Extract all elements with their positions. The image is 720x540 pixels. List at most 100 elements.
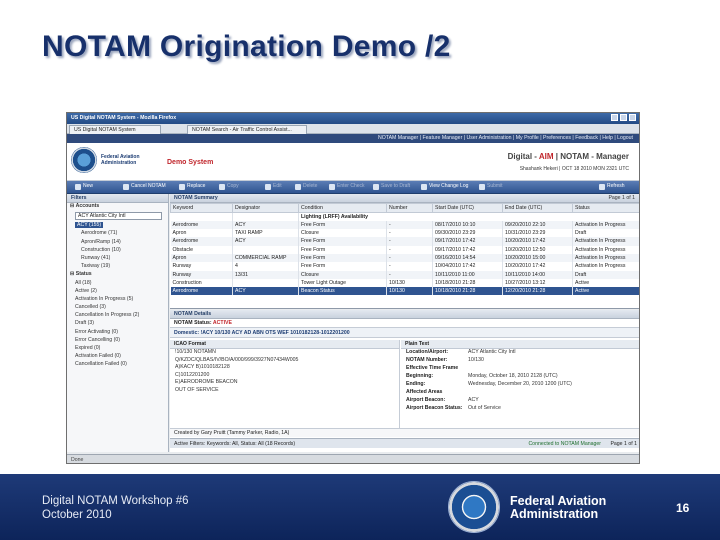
filter-tree-item[interactable]: Construction (10) [67,247,168,255]
status-filter-item[interactable]: Cancellation Failed (0) [67,361,168,369]
agency-name: Federal Aviation Administration [101,154,140,166]
user-datetime: Shashank Hekeri | OCT 18 2010 MON 2321 U… [519,166,629,172]
status-filter-item[interactable]: Activation Failed (0) [67,353,168,361]
column-header[interactable]: End Date (UTC) [502,203,573,213]
filter-tree-item[interactable]: Runway (41) [67,255,168,263]
window-titlebar: US Digital NOTAM System - Mozilla Firefo… [67,113,639,124]
column-header[interactable]: Status [572,203,639,213]
brand-aim: AIM [538,152,554,161]
status-filter-item[interactable]: Activation In Progress (5) [67,296,168,304]
table-row[interactable]: Apron COMMERCIAL RAMP Free Form -09/16/2010… [170,253,639,263]
column-header[interactable]: Designator [232,203,299,213]
status-filter-item[interactable]: Error Activating (0) [67,329,168,337]
group-label: Lighting (LRFF) Availability [298,212,639,221]
notam-summary-table: Keyword Designator Condition Number Star… [170,203,639,296]
filters-header: Filters [67,194,168,203]
status-filter-item[interactable]: Error Cancelling (0) [67,337,168,345]
cancel-notam-button[interactable]: Cancel NOTAM [123,183,166,192]
table-row[interactable]: Aerodrome ACY Free Form -08/17/2010 10:10 09… [170,220,639,230]
save-to-draft-button[interactable]: Save to Draft [373,183,410,192]
footer-agency: Federal Aviation Administration [510,495,606,521]
created-by-line: Created by Gary Pruitt (Tammy Parker, Ra… [170,428,639,437]
application-screenshot: US Digital NOTAM System - Mozilla Firefo… [66,112,640,464]
table-row[interactable]: Runway 13/31 Closure -10/11/2010 11:00 10/11… [170,270,639,279]
plain-field: NOTAM Number: 10/130 [406,357,484,363]
icao-line: C)1012201200 [175,371,210,378]
filters-panel: Filters ⊟ Accounts ACY Atlantic City Int… [67,194,169,452]
faa-logo-icon [448,481,500,533]
filter-group-status[interactable]: ⊟ Status [67,271,168,279]
plain-field: Airport Beacon Status: Out of Service [406,405,501,411]
view-change-log-button[interactable]: View Change Log [421,183,468,192]
slide-footer: Digital NOTAM Workshop #6 October 2010 F… [0,474,720,540]
window-controls[interactable] [611,114,636,121]
filter-group-accounts[interactable]: ⊟ Accounts [67,203,168,211]
filter-tree-item[interactable]: Apron/Ramp (14) [67,239,168,247]
filter-tree-item[interactable]: ACY (155) [67,222,168,230]
footer-event: Digital NOTAM Workshop #6 [42,495,189,507]
browser-tab-dnotam[interactable]: US Digital NOTAM System [69,125,161,134]
plain-field: Location/Airport: ACY Atlantic City Intl [406,349,516,355]
brand-prefix: Digital - [507,152,539,161]
footer-event-block: Digital NOTAM Workshop #6 October 2010 [42,494,189,522]
summary-pager[interactable]: Page 1 of 1 [608,195,635,201]
plain-text-header: Plain Text [401,340,639,349]
table-row[interactable]: Apron TAXI RAMP Closure -09/30/2010 23:29 10… [170,229,639,238]
demo-system-label: Demo System [167,159,214,166]
top-navigation[interactable]: NOTAM Manager | Feature Manager | User A… [67,134,639,143]
enter-check-button[interactable]: Enter Check [329,183,365,192]
status-filter-item[interactable]: All (18) [67,280,168,288]
filter-tree-item[interactable]: Aerodrome (71) [67,230,168,238]
app-brand: Digital - AIM | NOTAM - Manager [508,152,629,162]
copy-button[interactable]: Copy [219,183,239,192]
column-header[interactable]: Start Date (UTC) [432,203,503,213]
faa-seal-icon [71,147,97,173]
column-header[interactable]: Keyword [170,203,233,213]
delete-button[interactable]: Delete [295,183,317,192]
icao-line: OUT OF SERVICE [175,386,219,393]
status-filter-item[interactable]: Active (2) [67,288,168,296]
details-pager[interactable]: Page 1 of 1 [610,441,637,447]
active-filters-text[interactable]: Active Filters: Keywords: All, Status: A… [174,441,295,447]
toolbar: New Cancel NOTAM Replace Copy Edit Delet… [67,181,639,194]
plain-field: Beginning: Monday, October 18, 2010 2128 … [406,373,558,379]
status-filter-item[interactable]: Expired (0) [67,345,168,353]
browser-tab-notam-search[interactable]: NOTAM Search - Air Traffic Control Assis… [187,125,307,134]
column-header[interactable]: Condition [298,203,387,213]
status-filter-item[interactable]: Cancelled (3) [67,304,168,312]
filter-tree-item[interactable]: Taxiway (19) [67,263,168,271]
account-select[interactable]: ACY Atlantic City Intl [75,212,162,221]
icao-format-section: ICAO Format !10/130 NOTAMN Q/KZDC/QLBAS/… [170,340,400,428]
table-row[interactable]: Aerodrome ACY Free Form -09/17/2010 17:42 10… [170,237,639,246]
filter-group-status-label: Status [75,271,92,278]
table-row[interactable]: Obstacle Free Form -09/17/2010 17:42 10/20/… [170,245,639,254]
new-button[interactable]: New [75,183,93,192]
notam-details-panel: NOTAM Details NOTAM Status: ACTIVE Domes… [170,310,639,452]
summary-title: NOTAM Summary [174,195,218,201]
app-header: Federal Aviation Administration Demo Sys… [67,143,639,181]
status-filter-item[interactable]: Draft (3) [67,320,168,328]
active-filters-bar: Active Filters: Keywords: All, Status: A… [170,438,639,448]
group-row: Lighting (LRFF) Availability [170,212,639,221]
column-header[interactable]: Number [386,203,433,213]
icao-line: E)AERODROME BEACON [175,379,238,386]
status-filter-item[interactable]: Cancellation In Progress (2) [67,312,168,320]
table-row[interactable]: Runway 4 Free Form -10/04/2010 17:42 10/20/2… [170,262,639,271]
details-header: NOTAM Details [170,310,639,319]
submit-button[interactable]: Submit [479,183,503,192]
notam-status-label: NOTAM Status: [174,320,213,326]
browser-tabbar: US Digital NOTAM System NOTAM Search - A… [67,124,639,134]
table-row-selected[interactable]: Aerodrome ACY Beacon Status 10/130 10/18/201… [170,287,639,296]
minimize-icon[interactable] [611,114,618,121]
edit-button[interactable]: Edit [265,183,282,192]
close-icon[interactable] [629,114,636,121]
icao-format-header: ICAO Format [170,340,399,349]
notam-status-value: ACTIVE [212,320,232,326]
footer-agency-line2: Administration [510,507,599,521]
refresh-button[interactable]: Refresh [599,183,625,192]
replace-button[interactable]: Replace [179,183,205,192]
slide-title: NOTAM Origination Demo /2 [42,30,451,63]
plain-field: Affected Areas [406,389,443,395]
maximize-icon[interactable] [620,114,627,121]
table-row[interactable]: Construction Tower Light Outage 10/130 10/1… [170,278,639,288]
